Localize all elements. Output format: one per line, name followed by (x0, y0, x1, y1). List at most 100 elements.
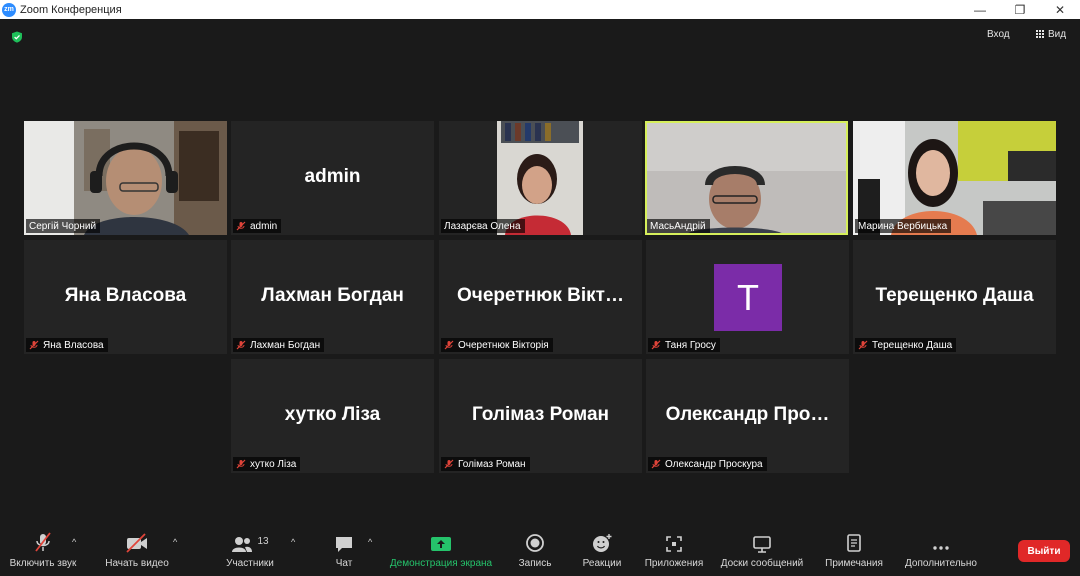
name-tile[interactable]: Яна Власова Яна Власова (24, 240, 227, 354)
meeting-top-bar: Вход Вид (0, 19, 1080, 53)
participant-name: Яна Власова (43, 339, 104, 351)
chat-options-caret[interactable]: ^ (368, 537, 372, 547)
whiteboards-button[interactable]: Доски сообщений (716, 527, 808, 576)
whiteboards-label: Доски сообщений (720, 558, 804, 569)
whiteboard-icon (753, 536, 771, 553)
participant-name-label: Марина Вербицька (855, 219, 952, 233)
avatar-tile[interactable]: T Таня Гросу (646, 240, 849, 354)
participant-display-name: Олександр Про… (665, 404, 830, 425)
participants-button[interactable]: 13 Участники (220, 527, 280, 576)
participant-video (645, 121, 848, 235)
participant-name: МасьАндрій (650, 220, 706, 232)
name-tile[interactable]: Очеретнюк Вікт… Очеретнюк Вікторія (439, 240, 642, 354)
unmute-label: Включить звук (9, 558, 77, 569)
participant-name-label: Сергій Чорний (26, 219, 101, 233)
participant-display-name: Яна Власова (64, 285, 187, 306)
window-controls: — ❐ ✕ (960, 0, 1080, 19)
participant-name-label: Таня Гросу (648, 338, 720, 352)
participant-name-label: хутко Ліза (233, 457, 301, 471)
start-video-label: Начать видео (105, 558, 169, 569)
mic-muted-icon (651, 340, 661, 350)
video-tile[interactable]: Марина Вербицька (853, 121, 1056, 235)
participant-name: хутко Ліза (250, 458, 297, 470)
participants-icon (232, 537, 253, 552)
participant-display-name: Очеретнюк Вікт… (457, 285, 624, 306)
avatar: T (714, 264, 782, 331)
video-tile[interactable]: Сергій Чорний (24, 121, 227, 235)
mic-muted-icon (29, 340, 39, 350)
mic-muted-icon (444, 340, 454, 350)
video-options-caret[interactable]: ^ (173, 537, 177, 547)
mic-muted-icon (236, 459, 246, 469)
maximize-button[interactable]: ❐ (1000, 0, 1040, 19)
mic-muted-icon (444, 459, 454, 469)
video-tile-active-speaker[interactable]: МасьАндрій (645, 121, 848, 235)
participant-name: Лахман Богдан (250, 339, 321, 351)
enter-button[interactable]: Вход (987, 29, 1010, 40)
unmute-button[interactable]: Включить звук (4, 527, 82, 576)
record-button[interactable]: Запись (512, 527, 558, 576)
participant-video (439, 121, 642, 235)
name-tile[interactable]: Голімаз Роман Голімаз Роман (439, 359, 642, 473)
participant-name: Терещенко Даша (872, 339, 953, 351)
apps-label: Приложения (644, 558, 704, 569)
participant-name: Марина Вербицька (858, 220, 948, 232)
participants-label: Участники (226, 558, 274, 569)
participants-options-caret[interactable]: ^ (291, 537, 295, 547)
name-tile[interactable]: Олександр Про… Олександр Проскура (646, 359, 849, 473)
participants-count: 13 (257, 536, 269, 547)
mic-muted-icon (35, 532, 51, 552)
more-button[interactable]: Дополнительно (898, 527, 984, 576)
security-shield-icon[interactable] (11, 31, 23, 43)
reactions-button[interactable]: Реакции (578, 527, 626, 576)
participant-video (853, 121, 1056, 235)
notes-label: Примечания (825, 558, 883, 569)
apps-button[interactable]: Приложения (640, 527, 708, 576)
mic-muted-icon (858, 340, 868, 350)
notes-icon (847, 534, 861, 552)
apps-icon (666, 536, 682, 552)
participant-display-name: хутко Ліза (284, 404, 381, 425)
reactions-label: Реакции (582, 558, 622, 569)
chat-label: Чат (335, 558, 353, 569)
participant-display-name: Лахман Богдан (261, 285, 404, 306)
video-off-icon (126, 533, 147, 553)
participant-name-label: Лазарєва Олена (441, 219, 525, 233)
reactions-icon (593, 534, 612, 552)
window-title-bar: zm Zoom Конференция — ❐ ✕ (0, 0, 1080, 19)
name-tile[interactable]: Терещенко Даша Терещенко Даша (853, 240, 1056, 354)
window-title: Zoom Конференция (20, 3, 122, 16)
participant-name: admin (250, 220, 278, 232)
close-button[interactable]: ✕ (1040, 0, 1080, 19)
participant-display-name: admin (304, 166, 361, 187)
audio-options-caret[interactable]: ^ (72, 537, 76, 547)
name-tile[interactable]: Лахман Богдан Лахман Богдан (231, 240, 434, 354)
participant-name: Голімаз Роман (458, 458, 526, 470)
name-tile[interactable]: admin admin (231, 121, 434, 235)
share-screen-button[interactable]: Демонстрация экрана (386, 527, 496, 576)
participant-name-label: Голімаз Роман (441, 457, 530, 471)
participant-name: Сергій Чорний (29, 220, 97, 232)
view-button[interactable]: Вид (1036, 29, 1066, 40)
share-screen-icon (431, 537, 451, 551)
share-screen-label: Демонстрация экрана (389, 558, 493, 569)
record-icon (526, 534, 544, 552)
leave-button[interactable]: Выйти (1018, 540, 1070, 562)
more-label: Дополнительно (905, 558, 977, 569)
more-icon (933, 546, 949, 550)
mic-muted-icon (651, 459, 661, 469)
chat-button[interactable]: Чат (326, 527, 362, 576)
participant-name: Лазарєва Олена (444, 220, 521, 232)
chat-icon (336, 537, 352, 552)
video-tile[interactable]: Лазарєва Олена (439, 121, 642, 235)
participant-name-label: admin (233, 219, 282, 233)
participant-name: Олександр Проскура (665, 458, 763, 470)
zoom-logo-icon: zm (2, 2, 16, 17)
participant-name-label: Терещенко Даша (855, 338, 957, 352)
name-tile[interactable]: хутко Ліза хутко Ліза (231, 359, 434, 473)
start-video-button[interactable]: Начать видео (100, 527, 174, 576)
participant-name-label: Очеретнюк Вікторія (441, 338, 553, 352)
participant-display-name: Терещенко Даша (875, 285, 1034, 306)
minimize-button[interactable]: — (960, 0, 1000, 19)
notes-button[interactable]: Примечания (820, 527, 888, 576)
